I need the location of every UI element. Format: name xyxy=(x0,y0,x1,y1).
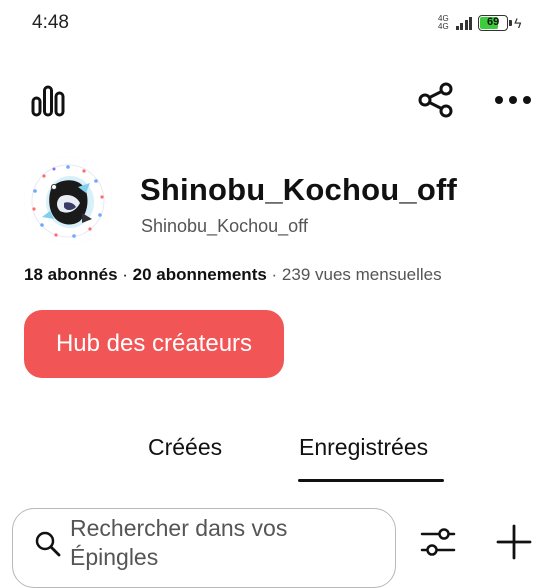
more-button[interactable] xyxy=(492,86,534,114)
tab-created[interactable]: Créées xyxy=(148,434,222,461)
sliders-icon xyxy=(420,528,456,556)
profile-handle: Shinobu_Kochou_off xyxy=(141,216,308,236)
tab-selected-indicator xyxy=(298,479,444,482)
status-time: 4:48 xyxy=(32,12,69,33)
stats-button[interactable] xyxy=(28,82,68,120)
search-icon xyxy=(34,530,62,558)
tab-saved[interactable]: Enregistrées xyxy=(299,434,428,461)
share-icon xyxy=(418,82,453,118)
followers-count[interactable]: 18 abonnés xyxy=(24,265,118,284)
signal-icon xyxy=(455,16,473,30)
search-placeholder: Rechercher dans vos Épingles xyxy=(70,515,288,570)
profile-stats: 18 abonnés · 20 abonnements · 239 vues m… xyxy=(24,265,442,285)
stats-separator: · xyxy=(266,265,282,284)
charging-icon: ϟ xyxy=(514,15,522,31)
stats-separator: · xyxy=(117,265,133,284)
share-button[interactable] xyxy=(416,80,456,120)
battery-percent: 69 xyxy=(487,16,500,28)
profile-display-name: Shinobu_Kochou_off xyxy=(140,172,458,207)
add-button[interactable] xyxy=(492,520,536,564)
bar-chart-icon xyxy=(31,85,65,117)
following-count[interactable]: 20 abonnements xyxy=(133,265,267,284)
status-indicators: 4G 4G 69 ϟ xyxy=(438,12,522,34)
battery-icon: 69 xyxy=(478,15,513,31)
network-indicator: 4G 4G xyxy=(438,15,449,31)
plus-icon xyxy=(496,524,532,560)
monthly-views: 239 vues mensuelles xyxy=(281,265,442,284)
creator-hub-button[interactable]: Hub des créateurs xyxy=(24,310,284,378)
more-horizontal-icon xyxy=(495,96,531,104)
network-type-secondary: 4G xyxy=(438,22,449,31)
avatar[interactable] xyxy=(24,157,112,245)
filter-button[interactable] xyxy=(416,520,460,564)
avatar-image xyxy=(24,157,112,245)
